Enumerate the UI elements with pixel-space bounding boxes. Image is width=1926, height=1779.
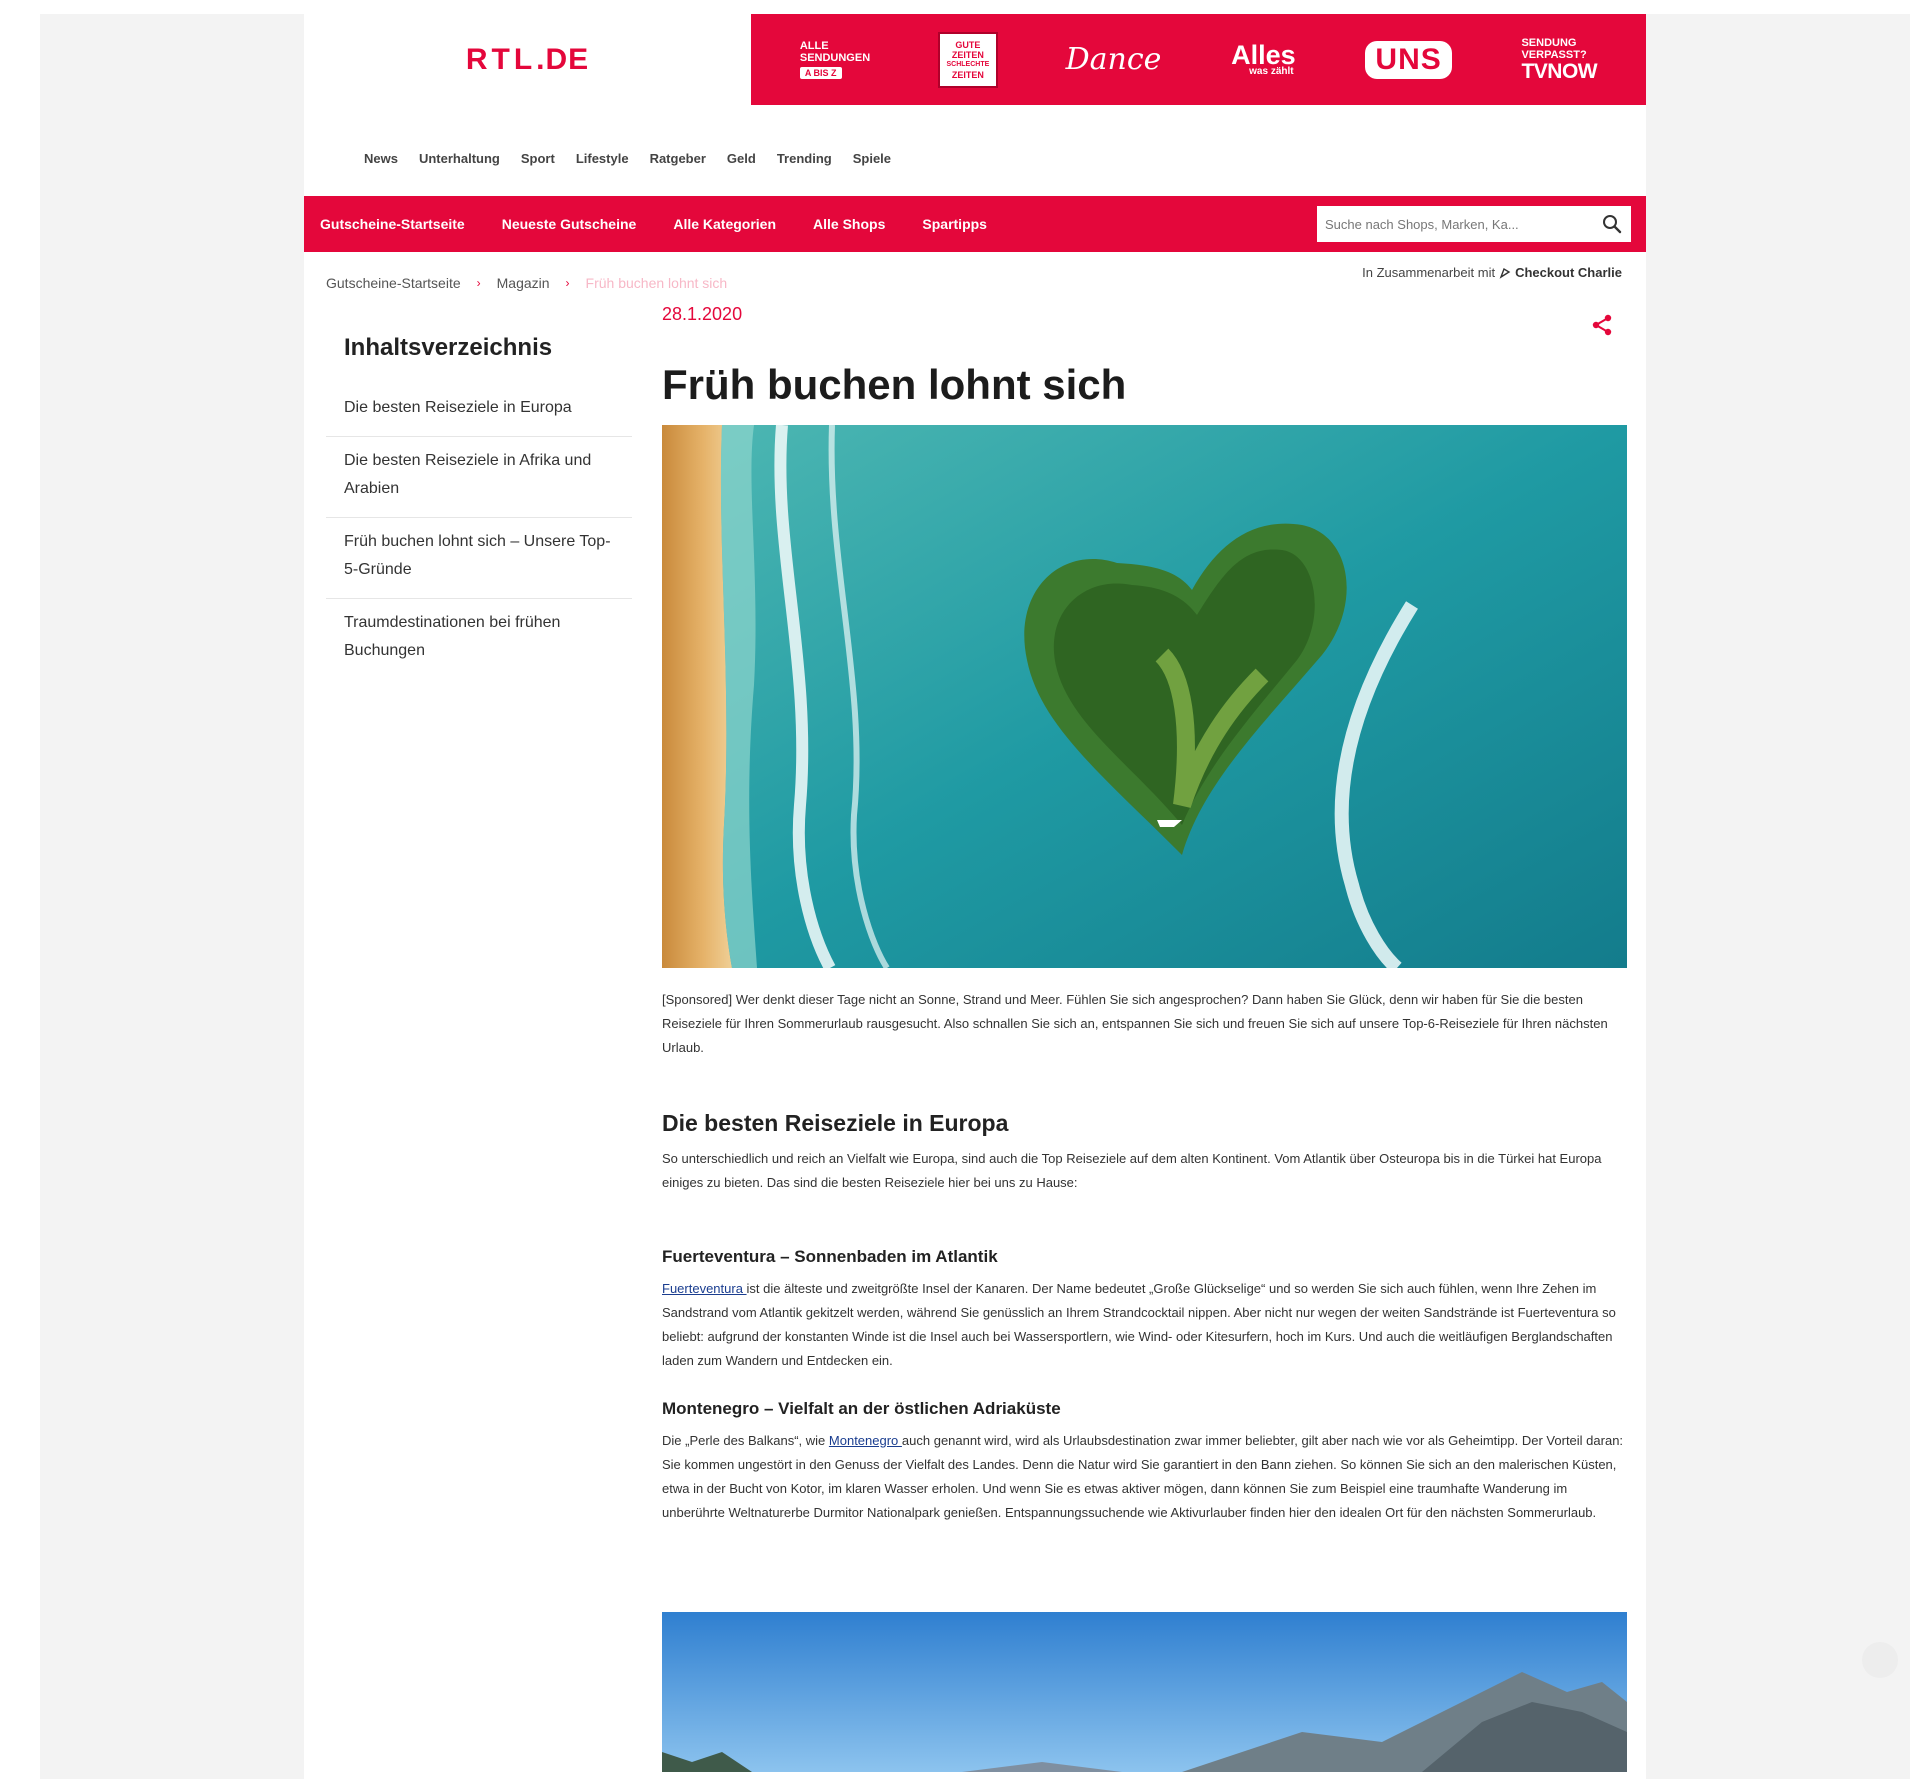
voucher-nav-neueste[interactable]: Neueste Gutscheine — [502, 216, 637, 232]
brand-bar: ALLE SENDUNGEN A BIS Z GUTE ZEITEN SCHLE… — [751, 14, 1646, 105]
table-of-contents: Inhaltsverzeichnis Die besten Reiseziele… — [326, 334, 632, 679]
breadcrumb: Gutscheine-Startseite › Magazin › Früh b… — [326, 275, 727, 291]
breadcrumb-item-magazin[interactable]: Magazin — [497, 275, 550, 291]
brand-lets-dance[interactable]: Dance — [1066, 42, 1162, 77]
article-date: 28.1.2020 — [662, 304, 743, 324]
link-montenegro[interactable]: Montenegro — [829, 1433, 902, 1448]
brand-alle-sendungen[interactable]: ALLE SENDUNGEN A BIS Z — [799, 40, 871, 79]
site-header: RTL.DE ALLE SENDUNGEN A BIS Z GUTE ZEITE… — [304, 14, 1646, 105]
brand-alle-line2: SENDUNGEN — [799, 52, 871, 64]
brand-alles-was-zaehlt[interactable]: Alles was zählt — [1231, 39, 1296, 77]
share-icon[interactable] — [1589, 312, 1615, 338]
brand-tvnow-line1: SENDUNG — [1521, 36, 1577, 49]
logo-main: RTL — [465, 42, 537, 76]
voucher-nav-kategorien[interactable]: Alle Kategorien — [673, 216, 776, 232]
brand-alles-main: Alles — [1231, 39, 1296, 70]
article: 28.1.2020 Früh buchen lohnt sich [Sponso… — [662, 304, 1627, 1772]
brand-gzsz-line2: ZEITEN — [951, 49, 984, 60]
voucher-nav: Gutscheine-Startseite Neueste Gutscheine… — [320, 196, 987, 252]
nav-item-spiele[interactable]: Spiele — [853, 151, 891, 166]
toc-item-afrika[interactable]: Die besten Reiseziele in Afrika und Arab… — [326, 437, 632, 518]
search-box — [1317, 206, 1631, 242]
brand-gzsz-line4: ZEITEN — [951, 69, 984, 80]
toc-item-top5[interactable]: Früh buchen lohnt sich – Unsere Top-5-Gr… — [326, 518, 632, 599]
voucher-nav-spartipps[interactable]: Spartipps — [922, 216, 987, 232]
page-container: RTL.DE ALLE SENDUNGEN A BIS Z GUTE ZEITE… — [304, 14, 1646, 1779]
partner-note: In Zusammenarbeit mit Checkout Charlie — [1362, 265, 1622, 280]
nav-item-sport[interactable]: Sport — [521, 151, 555, 166]
paragraph-fuerteventura: Fuerteventura ist die älteste und zweitg… — [662, 1277, 1627, 1373]
text-fuerteventura: ist die älteste und zweitgrößte Insel de… — [662, 1281, 1616, 1368]
brand-uns-label: UNS — [1375, 42, 1442, 76]
brand-gzsz-line1: GUTE — [955, 39, 981, 50]
nav-item-ratgeber[interactable]: Ratgeber — [650, 151, 706, 166]
search-icon[interactable] — [1601, 213, 1623, 235]
brand-tvnow[interactable]: SENDUNG VERPASST? TVNOW — [1521, 37, 1597, 83]
brand-dance-label: Dance — [1065, 42, 1162, 77]
section-text-europa: So unterschiedlich und reich an Vielfalt… — [662, 1151, 1602, 1190]
article-title: Früh buchen lohnt sich — [662, 361, 1127, 408]
brand-tvnow-line2: VERPASST? — [1521, 48, 1587, 61]
text-montenegro-pre: Die „Perle des Balkans“, wie — [662, 1433, 829, 1448]
voucher-nav-bar: Gutscheine-Startseite Neueste Gutscheine… — [304, 196, 1646, 252]
search-input[interactable] — [1325, 216, 1587, 232]
logo-area: RTL.DE — [304, 14, 751, 105]
nav-item-unterhaltung[interactable]: Unterhaltung — [419, 151, 500, 166]
toc-item-traumdestinationen[interactable]: Traumdestinationen bei frühen Buchungen — [326, 599, 632, 679]
brand-alle-line1: ALLE — [799, 40, 829, 52]
scroll-top-icon[interactable] — [1862, 1642, 1898, 1678]
partner-name[interactable]: Checkout Charlie — [1515, 265, 1622, 280]
partner-prefix: In Zusammenarbeit mit — [1362, 265, 1496, 280]
breadcrumb-item-startseite[interactable]: Gutscheine-Startseite — [326, 275, 461, 291]
checkout-charlie-icon — [1499, 267, 1511, 279]
breadcrumb-separator: › — [476, 276, 481, 290]
brand-alle-tag: A BIS Z — [799, 67, 842, 79]
brand-gzsz-line3: SCHLECHTE — [946, 60, 990, 68]
brand-gzsz[interactable]: GUTE ZEITEN SCHLECHTE ZEITEN — [937, 31, 998, 88]
subheading-fuerteventura: Fuerteventura – Sonnenbaden im Atlantik — [662, 1247, 998, 1266]
section-heading-europa: Die besten Reiseziele in Europa — [662, 1110, 1009, 1136]
breadcrumb-separator: › — [565, 276, 570, 290]
logo-suffix: .DE — [536, 42, 590, 76]
toc-title: Inhaltsverzeichnis — [344, 334, 553, 361]
rtl-logo[interactable]: RTL.DE — [466, 43, 589, 77]
brand-alles-sub: was zählt — [1249, 65, 1294, 77]
page-background: RTL.DE ALLE SENDUNGEN A BIS Z GUTE ZEITE… — [40, 14, 1910, 1779]
toc-item-europa[interactable]: Die besten Reiseziele in Europa — [326, 384, 632, 437]
breadcrumb-item-current: Früh buchen lohnt sich — [585, 275, 728, 291]
nav-item-geld[interactable]: Geld — [727, 151, 756, 166]
nav-item-news[interactable]: News — [364, 151, 398, 166]
hero-image-heart-island — [662, 425, 1627, 968]
voucher-nav-shops[interactable]: Alle Shops — [813, 216, 885, 232]
nav-item-trending[interactable]: Trending — [777, 151, 832, 166]
montenegro-image — [662, 1612, 1627, 1772]
main-nav: News Unterhaltung Sport Lifestyle Ratgeb… — [364, 151, 891, 166]
article-intro: [Sponsored] Wer denkt dieser Tage nicht … — [662, 992, 1608, 1055]
brand-tvnow-big: TVNOW — [1521, 59, 1598, 83]
link-fuerteventura[interactable]: Fuerteventura — [662, 1281, 747, 1296]
voucher-nav-startseite[interactable]: Gutscheine-Startseite — [320, 216, 465, 232]
nav-item-lifestyle[interactable]: Lifestyle — [576, 151, 629, 166]
paragraph-montenegro: Die „Perle des Balkans“, wie Montenegro … — [662, 1429, 1627, 1525]
brand-unter-uns[interactable]: UNS — [1365, 40, 1452, 79]
subheading-montenegro: Montenegro – Vielfalt an der östlichen A… — [662, 1399, 1061, 1418]
